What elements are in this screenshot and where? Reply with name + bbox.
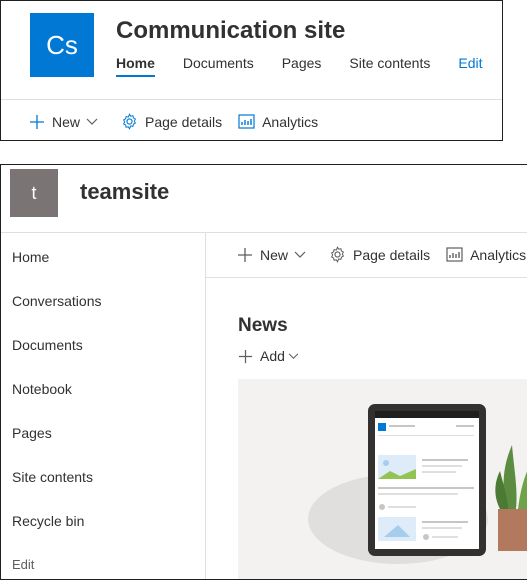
page-details-button[interactable]: Page details (121, 113, 222, 130)
plus-icon (30, 114, 44, 129)
new-label: New (260, 246, 289, 263)
leftnav-notebook[interactable]: Notebook (12, 381, 72, 397)
nav-pages[interactable]: Pages (282, 55, 322, 77)
leftnav-home[interactable]: Home (12, 249, 49, 265)
news-add-label: Add (260, 348, 285, 364)
site-logo[interactable]: Cs (30, 13, 94, 77)
nav-documents[interactable]: Documents (183, 55, 254, 77)
left-navigation: Home Conversations Documents Notebook Pa… (1, 233, 206, 579)
site-logo[interactable]: t (10, 169, 58, 217)
news-illustration (308, 404, 527, 564)
leftnav-conversations[interactable]: Conversations (12, 293, 102, 309)
new-button[interactable]: New (29, 114, 105, 130)
divider (1, 99, 502, 100)
nav-home[interactable]: Home (116, 55, 155, 77)
chevron-down-icon (288, 353, 299, 359)
news-title: News (238, 315, 288, 336)
site-title[interactable]: Communication site (116, 17, 345, 45)
new-label: New (52, 113, 81, 130)
news-placeholder-card (238, 379, 527, 579)
page-details-label: Page details (353, 246, 431, 263)
analytics-icon (238, 114, 255, 129)
leftnav-recycle-bin[interactable]: Recycle bin (12, 513, 84, 529)
site-title[interactable]: teamsite (80, 179, 169, 205)
news-add-button[interactable]: Add (238, 348, 299, 364)
new-button[interactable]: New (237, 247, 313, 263)
leftnav-documents[interactable]: Documents (12, 337, 83, 353)
analytics-label: Analytics (262, 113, 319, 130)
analytics-button[interactable]: Analytics (238, 114, 318, 130)
team-site: t teamsite Home Conversations Documents … (0, 164, 527, 580)
nav-site-contents[interactable]: Site contents (349, 55, 430, 77)
chevron-down-icon (86, 118, 98, 125)
chevron-down-icon (294, 251, 306, 258)
site-logo-initial: t (31, 182, 37, 203)
command-bar: New Page details Analytics (29, 113, 334, 130)
leftnav-site-contents[interactable]: Site contents (12, 469, 93, 485)
analytics-button[interactable]: Analytics (446, 247, 526, 263)
analytics-label: Analytics (470, 246, 527, 263)
divider (206, 277, 527, 278)
command-bar: New Page details Analytics (237, 246, 527, 263)
plus-icon (238, 349, 253, 363)
leftnav-pages[interactable]: Pages (12, 425, 52, 441)
gear-icon (330, 246, 345, 263)
plus-icon (238, 247, 252, 262)
site-logo-initials: Cs (46, 29, 78, 60)
page-details-button[interactable]: Page details (329, 246, 430, 263)
communication-site-header: Cs Communication site Home Documents Pag… (0, 0, 503, 141)
nav-edit-link[interactable]: Edit (458, 55, 482, 77)
site-nav: Home Documents Pages Site contents Edit (116, 55, 502, 77)
leftnav-edit-link[interactable]: Edit (12, 557, 34, 572)
page-details-label: Page details (145, 113, 223, 130)
gear-icon (122, 113, 137, 130)
analytics-icon (446, 247, 463, 262)
